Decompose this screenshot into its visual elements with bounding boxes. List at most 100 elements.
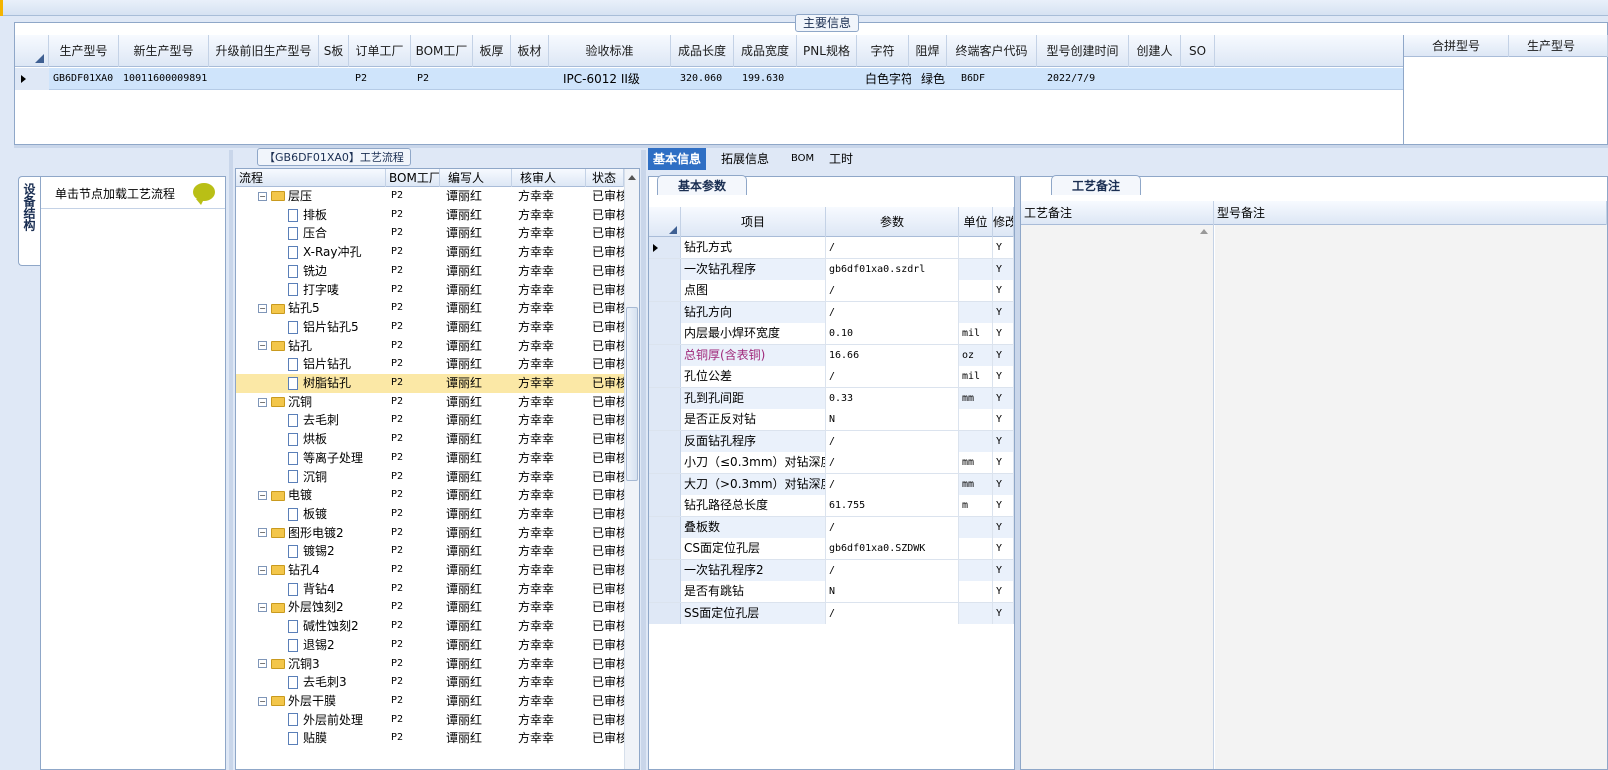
tree-node[interactable]: 铝片钻孔5 xyxy=(288,318,386,337)
param-row[interactable]: 孔到孔间距 0.33 mm Y xyxy=(649,387,1014,409)
tree-row[interactable]: − 外层蚀刻2 P2 谭丽红 方幸幸 已审核 xyxy=(236,598,624,617)
tree-row[interactable]: 贴膜 P2 谭丽红 方幸幸 已审核 xyxy=(236,729,624,748)
collapse-toggle-icon[interactable]: − xyxy=(258,304,267,314)
tree-node[interactable]: 烘板 xyxy=(288,430,386,449)
col-char[interactable]: 字符 xyxy=(857,35,909,67)
tree-node[interactable]: 镀锡2 xyxy=(288,542,386,561)
param-row[interactable]: 点图 / Y xyxy=(649,280,1014,302)
cell-model[interactable]: GB6DF01XA0 xyxy=(49,68,119,90)
tree-node[interactable]: 等离子处理 xyxy=(288,449,386,468)
param-value[interactable]: / xyxy=(826,516,959,538)
col-merge-production-model[interactable]: 生产型号 xyxy=(1509,35,1608,57)
tree-node[interactable]: 压合 xyxy=(288,224,386,243)
param-row[interactable]: 是否有跳钻 N Y xyxy=(649,581,1014,603)
param-value[interactable]: / xyxy=(826,452,959,473)
col-standard[interactable]: 验收标准 xyxy=(549,35,671,67)
tree-row[interactable]: 背钻4 P2 谭丽红 方幸幸 已审核 xyxy=(236,580,624,599)
param-row[interactable]: 钻孔方向 / Y xyxy=(649,301,1014,323)
col-order-factory[interactable]: 订单工厂 xyxy=(349,35,411,67)
tree-row[interactable]: − 图形电镀2 P2 谭丽红 方幸幸 已审核 xyxy=(236,524,624,543)
col-width[interactable]: 成品宽度 xyxy=(734,35,797,67)
param-value[interactable]: N xyxy=(826,581,959,602)
param-value[interactable]: / xyxy=(826,301,959,323)
tree-row[interactable]: 铣边 P2 谭丽红 方幸幸 已审核 xyxy=(236,262,624,281)
param-value[interactable]: / xyxy=(826,366,959,387)
equipment-structure-tab[interactable]: 设备结构 xyxy=(18,176,40,266)
tree-row[interactable]: 树脂钻孔 P2 谭丽红 方幸幸 已审核 xyxy=(236,374,624,393)
tree-row[interactable]: − 电镀 P2 谭丽红 方幸幸 已审核 xyxy=(236,486,624,505)
param-row[interactable]: 大刀（>0.3mm）对钻深度 / mm Y xyxy=(649,473,1014,495)
tree-node[interactable]: − 钻孔 xyxy=(258,337,386,356)
col-checker[interactable]: 核审人 xyxy=(512,169,586,187)
collapse-toggle-icon[interactable]: − xyxy=(258,659,267,669)
middle-splitter[interactable] xyxy=(641,150,646,770)
tree-node[interactable]: 碱性蚀刻2 xyxy=(288,617,386,636)
tree-row[interactable]: X-Ray冲孔 P2 谭丽红 方幸幸 已审核 xyxy=(236,243,624,262)
cell-bom-factory[interactable]: P2 xyxy=(413,68,473,90)
col-s-board[interactable]: S板 xyxy=(319,35,349,67)
col-unit[interactable]: 单位 xyxy=(959,207,993,237)
collapse-toggle-icon[interactable]: − xyxy=(258,397,267,407)
cell-new-model[interactable]: 10011600009891 xyxy=(119,68,209,90)
tree-node[interactable]: 贴膜 xyxy=(288,729,386,748)
col-pnl[interactable]: PNL规格 xyxy=(797,35,857,67)
tree-node[interactable]: − 外层干膜 xyxy=(258,692,386,711)
collapse-toggle-icon[interactable]: − xyxy=(258,341,267,351)
col-model-note[interactable]: 型号备注 xyxy=(1214,201,1607,225)
tree-row[interactable]: − 钻孔4 P2 谭丽红 方幸幸 已审核 xyxy=(236,561,624,580)
param-row[interactable]: 钻孔方式 / Y xyxy=(649,237,1014,259)
col-tree-bom[interactable]: BOM工厂 xyxy=(386,169,440,187)
param-value[interactable]: / xyxy=(826,602,959,624)
tree-node[interactable]: 背钻4 xyxy=(288,580,386,599)
tree-row[interactable]: 压合 P2 谭丽红 方幸幸 已审核 xyxy=(236,224,624,243)
param-value[interactable]: gb6df01xa0.SZDWK xyxy=(826,538,959,559)
cell-order-factory[interactable]: P2 xyxy=(351,68,411,90)
tree-row[interactable]: − 层压 P2 谭丽红 方幸幸 已审核 xyxy=(236,187,624,206)
tree-row[interactable]: 沉铜 P2 谭丽红 方幸幸 已审核 xyxy=(236,468,624,487)
param-row[interactable]: 孔位公差 / mil Y xyxy=(649,366,1014,388)
tree-node[interactable]: 沉铜 xyxy=(288,468,386,487)
param-value[interactable]: / xyxy=(826,237,959,258)
param-row[interactable]: CS面定位孔层 gb6df01xa0.SZDWK Y xyxy=(649,538,1014,560)
tree-node[interactable]: 去毛刺 xyxy=(288,411,386,430)
note-scroll-up-icon[interactable] xyxy=(1200,229,1208,234)
col-status[interactable]: 状态 xyxy=(586,169,624,187)
tree-node[interactable]: 外层前处理 xyxy=(288,711,386,730)
tree-row[interactable]: 板镀 P2 谭丽红 方幸幸 已审核 xyxy=(236,505,624,524)
tree-row[interactable]: 排板 P2 谭丽红 方幸幸 已审核 xyxy=(236,206,624,225)
tree-node[interactable]: − 图形电镀2 xyxy=(258,524,386,543)
main-grid-row[interactable]: GB6DF01XA0 10011600009891 P2 P2 IPC-6012… xyxy=(15,68,1403,90)
col-length[interactable]: 成品长度 xyxy=(671,35,734,67)
collapse-toggle-icon[interactable]: − xyxy=(258,528,267,538)
comment-bubble-icon[interactable] xyxy=(193,183,215,205)
param-row[interactable]: 叠板数 / Y xyxy=(649,516,1014,538)
cell-customer[interactable]: B6DF xyxy=(957,68,1027,90)
tree-row[interactable]: 碱性蚀刻2 P2 谭丽红 方幸幸 已审核 xyxy=(236,617,624,636)
col-solder[interactable]: 阻焊 xyxy=(909,35,947,67)
collapse-toggle-icon[interactable]: − xyxy=(258,491,267,501)
tree-row[interactable]: 外层前处理 P2 谭丽红 方幸幸 已审核 xyxy=(236,711,624,730)
col-process[interactable]: 流程 xyxy=(236,169,386,187)
param-value[interactable]: 61.755 xyxy=(826,495,959,516)
model-note-area[interactable] xyxy=(1215,225,1607,769)
param-row[interactable]: 一次钻孔程序 gb6df01xa0.szdrl Y xyxy=(649,258,1014,280)
tree-row[interactable]: 镀锡2 P2 谭丽红 方幸幸 已审核 xyxy=(236,542,624,561)
tree-node[interactable]: 去毛刺3 xyxy=(288,673,386,692)
param-value[interactable]: 16.66 xyxy=(826,344,959,366)
tree-row[interactable]: − 沉铜 P2 谭丽红 方幸幸 已审核 xyxy=(236,393,624,412)
col-thickness[interactable]: 板厚 xyxy=(473,35,511,67)
col-material[interactable]: 板材 xyxy=(511,35,549,67)
col-param[interactable]: 参数 xyxy=(826,207,959,237)
param-value[interactable]: / xyxy=(826,473,959,495)
collapse-toggle-icon[interactable]: − xyxy=(258,696,267,706)
cell-solder[interactable]: 绿色 xyxy=(917,68,949,90)
tree-row[interactable]: 铝片钻孔 P2 谭丽红 方幸幸 已审核 xyxy=(236,355,624,374)
param-row[interactable]: 小刀（≤0.3mm）对钻深度 / mm Y xyxy=(649,452,1014,474)
tree-node[interactable]: 铝片钻孔 xyxy=(288,355,386,374)
col-modify[interactable]: 修改 xyxy=(993,207,1014,237)
tree-row[interactable]: 去毛刺3 P2 谭丽红 方幸幸 已审核 xyxy=(236,673,624,692)
tree-row[interactable]: 退锡2 P2 谭丽红 方幸幸 已审核 xyxy=(236,636,624,655)
tree-row[interactable]: − 钻孔5 P2 谭丽红 方幸幸 已审核 xyxy=(236,299,624,318)
tree-node[interactable]: 排板 xyxy=(288,206,386,225)
tree-row[interactable]: − 沉铜3 P2 谭丽红 方幸幸 已审核 xyxy=(236,655,624,674)
